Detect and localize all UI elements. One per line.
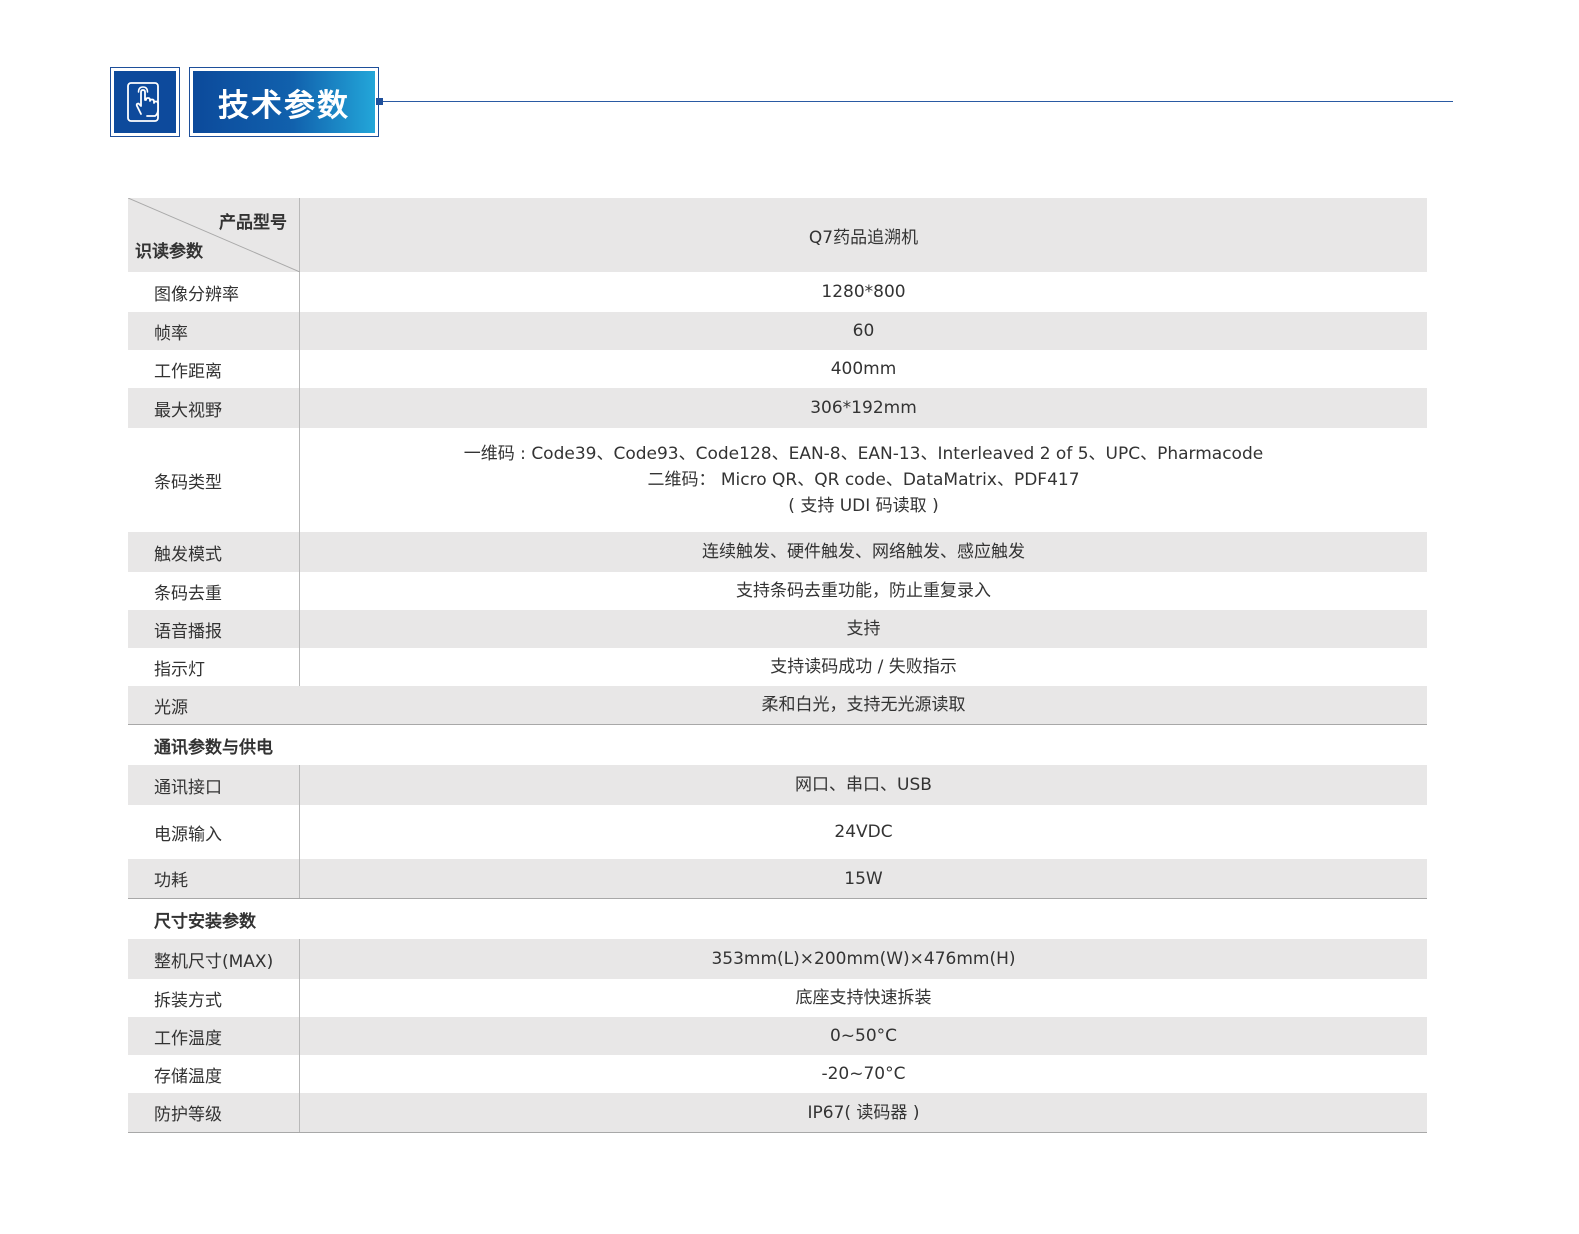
param-row-label: 识读参数: [135, 242, 203, 262]
header-rule: [380, 101, 1453, 102]
model-column-label: 产品型号: [219, 213, 287, 233]
model-value: Q7药品追溯机: [808, 227, 919, 248]
table-row: 电源输入 24VDC: [128, 805, 1427, 859]
row-label: 最大视野: [128, 388, 300, 428]
row-label: 条码去重: [128, 572, 300, 610]
table-row: 工作温度 0~50°C: [128, 1017, 1427, 1055]
table-row: 图像分辨率 1280*800: [128, 272, 1427, 312]
row-value: 60: [852, 321, 875, 341]
table-row: 最大视野 306*192mm: [128, 388, 1427, 428]
row-label: 功耗: [128, 859, 300, 898]
barcode-line-udi: ( 支持 UDI 码读取 ): [788, 496, 939, 516]
row-value: 支持条码去重功能，防止重复录入: [736, 581, 991, 601]
table-header-row: 产品型号 识读参数 Q7药品追溯机: [128, 198, 1427, 272]
row-label: 帧率: [128, 312, 300, 350]
row-value: 支持读码成功 / 失败指示: [770, 657, 957, 677]
row-value: 353mm(L)×200mm(W)×476mm(H): [711, 949, 1016, 969]
section-header: 技术参数: [0, 0, 1579, 160]
row-value: 柔和白光，支持无光源读取: [761, 695, 966, 715]
row-value: 底座支持快速拆装: [795, 988, 932, 1008]
row-value: 连续触发、硬件触发、网络触发、感应触发: [702, 542, 1025, 562]
row-value: 24VDC: [834, 822, 893, 842]
table-row: 帧率 60: [128, 312, 1427, 350]
spec-table: 产品型号 识读参数 Q7药品追溯机 图像分辨率 1280*800 帧率 60 工…: [128, 198, 1427, 1133]
table-row: 整机尺寸(MAX) 353mm(L)×200mm(W)×476mm(H): [128, 939, 1427, 979]
header-icon-tile: [114, 71, 176, 133]
section-heading-size: 尺寸安装参数: [128, 899, 1427, 939]
row-value: 400mm: [830, 359, 897, 379]
table-row: 条码去重 支持条码去重功能，防止重复录入: [128, 572, 1427, 610]
header-title-frame: 技术参数: [189, 67, 379, 137]
table-row: 语音播报 支持: [128, 610, 1427, 648]
row-label: 触发模式: [128, 532, 300, 572]
row-value: 306*192mm: [810, 398, 917, 418]
row-value: IP67( 读码器 ): [807, 1102, 920, 1123]
table-row: 功耗 15W: [128, 859, 1427, 899]
row-label: 拆装方式: [128, 979, 300, 1017]
table-row: 通讯接口 网口、串口、USB: [128, 765, 1427, 805]
row-label: 工作温度: [128, 1017, 300, 1055]
row-label: 存储温度: [128, 1055, 300, 1093]
section-heading-comm: 通讯参数与供电: [128, 725, 1427, 765]
row-label: 通讯接口: [128, 765, 300, 805]
table-row: 触发模式 连续触发、硬件触发、网络触发、感应触发: [128, 532, 1427, 572]
row-label: 防护等级: [128, 1093, 300, 1132]
table-row: 光源 柔和白光，支持无光源读取: [128, 686, 1427, 725]
table-header-corner: 产品型号 识读参数: [128, 198, 300, 272]
row-label: 光源: [154, 697, 188, 718]
touch-hand-icon: [127, 82, 159, 122]
row-label: 条码类型: [128, 428, 300, 532]
table-row: 拆装方式 底座支持快速拆装: [128, 979, 1427, 1017]
row-label: 工作距离: [128, 350, 300, 388]
table-row: 存储温度 -20~70°C: [128, 1055, 1427, 1093]
row-value: 1280*800: [821, 282, 906, 302]
row-value: 支持: [846, 619, 881, 639]
table-row: 防护等级 IP67( 读码器 ): [128, 1093, 1427, 1133]
row-label: 整机尺寸(MAX): [128, 939, 300, 979]
table-row: 工作距离 400mm: [128, 350, 1427, 388]
row-label: 语音播报: [128, 610, 300, 648]
barcode-line-2d: 二维码： Micro QR、QR code、DataMatrix、PDF417: [647, 470, 1080, 490]
header-rule-marker: [376, 98, 383, 105]
row-value: 15W: [844, 868, 883, 889]
row-label: 指示灯: [128, 648, 300, 686]
header-icon-frame: [110, 67, 180, 137]
table-row-barcode: 条码类型 一维码 : Code39、Code93、Code128、EAN-8、E…: [128, 428, 1427, 532]
table-row: 指示灯 支持读码成功 / 失败指示: [128, 648, 1427, 686]
row-value-multiline: 一维码 : Code39、Code93、Code128、EAN-8、EAN-13…: [300, 441, 1427, 519]
row-label: 电源输入: [128, 805, 300, 859]
row-value: 0~50°C: [829, 1026, 898, 1046]
row-label: 图像分辨率: [128, 272, 300, 312]
row-value: 网口、串口、USB: [795, 775, 932, 795]
row-value: -20~70°C: [821, 1064, 906, 1084]
page-title: 技术参数: [193, 71, 375, 133]
barcode-line-1d: 一维码 : Code39、Code93、Code128、EAN-8、EAN-13…: [463, 444, 1264, 464]
